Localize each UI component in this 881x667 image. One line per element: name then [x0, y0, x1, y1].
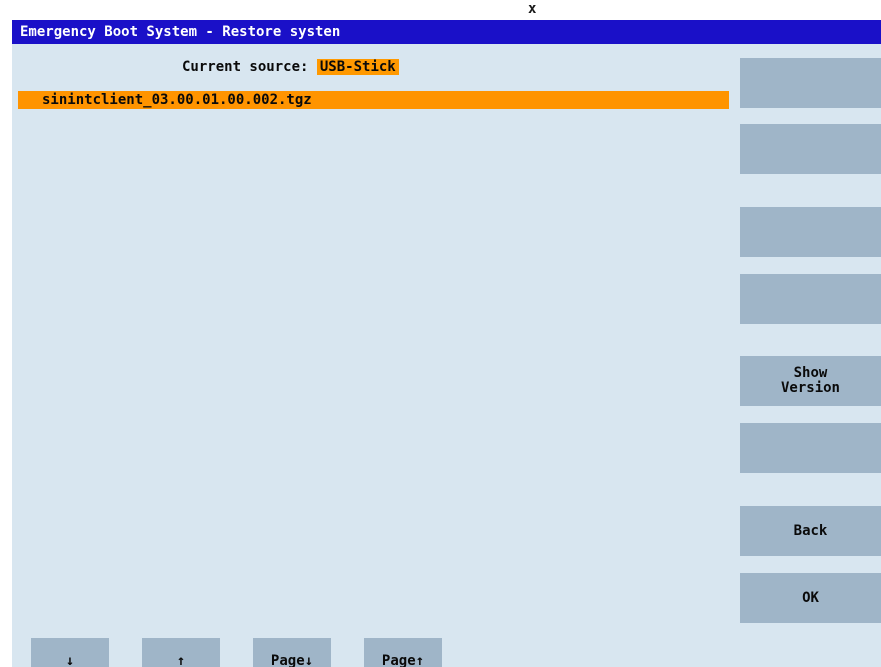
file-item[interactable]: sinintclient_03.00.01.00.002.tgz	[18, 91, 729, 109]
current-source-label: Current source:	[182, 59, 309, 75]
arrow-down-button[interactable]: ↓	[31, 638, 109, 667]
current-source-value: USB-Stick	[316, 59, 399, 75]
show-version-button[interactable]: Show Version	[740, 356, 881, 406]
ok-button[interactable]: OK	[740, 573, 881, 623]
softkey-6[interactable]	[740, 423, 881, 473]
page-down-button[interactable]: Page↓	[253, 638, 331, 667]
arrow-up-button[interactable]: ↑	[142, 638, 220, 667]
softkey-3[interactable]	[740, 207, 881, 257]
back-button[interactable]: Back	[740, 506, 881, 556]
top-marker: x	[528, 1, 537, 17]
main-panel: Current source: USB-Stick sinintclient_0…	[12, 44, 881, 667]
page-up-button[interactable]: Page↑	[364, 638, 442, 667]
boot-screen: x Emergency Boot System - Restore systen…	[0, 0, 881, 667]
file-list: sinintclient_03.00.01.00.002.tgz	[18, 91, 729, 109]
softkey-1[interactable]	[740, 58, 881, 108]
softkey-4[interactable]	[740, 274, 881, 324]
current-source: Current source: USB-Stick	[182, 58, 399, 76]
softkey-2[interactable]	[740, 124, 881, 174]
window-title: Emergency Boot System - Restore systen	[12, 20, 881, 44]
